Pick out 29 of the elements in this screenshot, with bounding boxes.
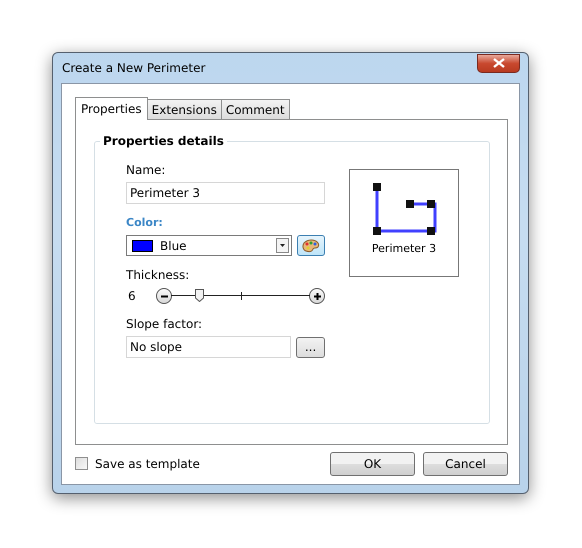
dialog-button[interactable]: OK <box>330 452 415 476</box>
slope-field[interactable]: No slope <box>126 336 292 358</box>
preview-label: Perimeter 3 <box>372 242 436 255</box>
checkbox[interactable] <box>75 457 88 470</box>
tab[interactable]: Comment <box>220 99 290 119</box>
field-label: Color: <box>126 216 164 231</box>
palette-icon <box>302 238 320 252</box>
group-title: Properties details <box>100 134 227 148</box>
close-icon <box>492 58 504 68</box>
name-field[interactable]: Perimeter 3 <box>126 182 325 204</box>
close-button[interactable] <box>477 54 520 72</box>
thickness-slider[interactable] <box>171 289 310 303</box>
field-label: Slope factor: <box>126 317 204 332</box>
color-dropdown[interactable]: Blue <box>126 235 292 256</box>
plus-icon <box>312 292 322 300</box>
field-label: Name: <box>126 163 166 178</box>
tab[interactable]: Extensions <box>146 99 222 119</box>
dialog-button[interactable]: Cancel <box>423 452 508 476</box>
window-title: Create a New Perimeter <box>61 61 206 75</box>
thickness-value: 6 <box>127 289 137 303</box>
browse-button[interactable]: ... <box>296 336 325 358</box>
field-label: Thickness: <box>126 268 190 283</box>
checkbox-label: Save as template <box>95 456 200 470</box>
dropdown-value: Blue <box>160 238 188 252</box>
decrease-button[interactable] <box>156 288 172 304</box>
increase-button[interactable] <box>309 288 325 304</box>
palette-button[interactable] <box>297 235 325 256</box>
slider-thumb[interactable] <box>194 289 204 302</box>
tab[interactable]: Properties <box>75 97 148 120</box>
